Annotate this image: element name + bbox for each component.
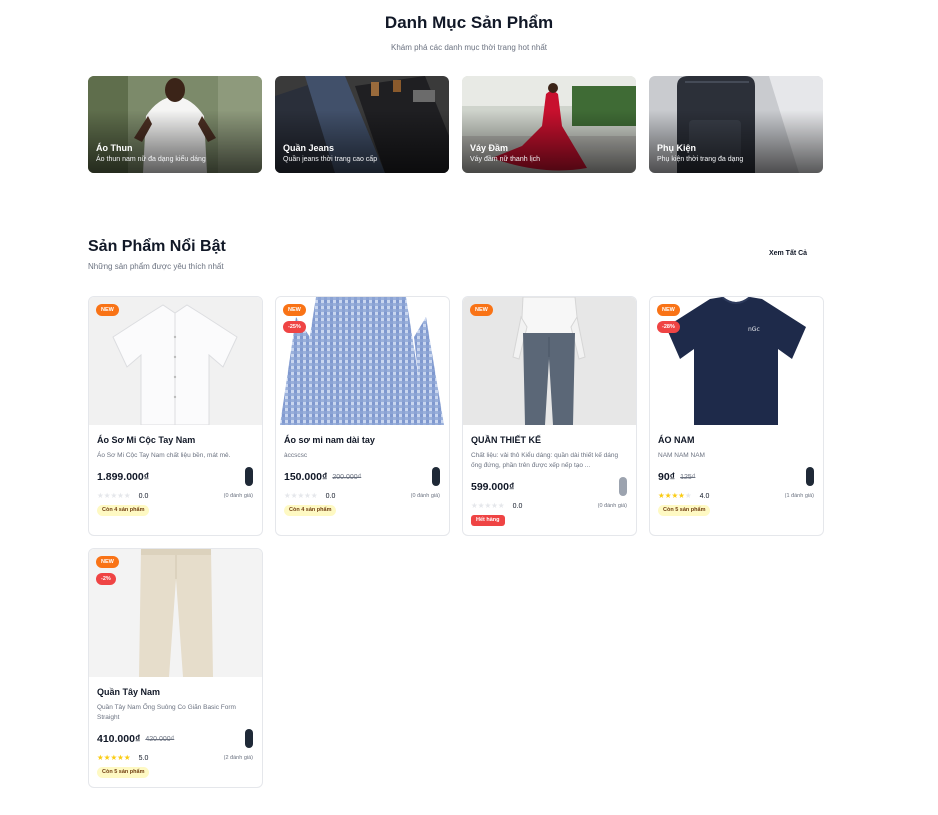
category-grid: Áo Thun Áo thun nam nữ đa dạng kiểu dáng… bbox=[88, 76, 824, 173]
star-rating: ★★★★★ bbox=[658, 491, 692, 501]
price-row: 90₫ 125₫ bbox=[658, 470, 695, 484]
stock-badge: Còn 5 sản phẩm bbox=[97, 767, 150, 778]
star-icon: ★★★★★ bbox=[471, 501, 505, 510]
review-count: (0 đánh giá) bbox=[410, 493, 440, 499]
new-badge: NEW bbox=[470, 304, 493, 316]
featured-subtitle: Những sản phẩm được yêu thích nhất bbox=[88, 262, 224, 271]
product-name[interactable]: Quần Tây Nam bbox=[97, 686, 160, 698]
add-to-cart-button[interactable] bbox=[245, 467, 253, 486]
product-name[interactable]: Áo sơ mi nam dài tay bbox=[284, 434, 375, 446]
product-card[interactable]: NEW -2% Quần Tây Nam Quần Tây Nam Ống Su… bbox=[88, 548, 263, 788]
star-rating: ★★★★★ bbox=[284, 491, 318, 501]
product-description: Chất liệu: vải thô Kiểu dáng: quần dài t… bbox=[471, 452, 619, 469]
new-badge: NEW bbox=[96, 556, 119, 568]
product-price: 410.000₫ bbox=[97, 733, 141, 745]
add-to-cart-button[interactable] bbox=[806, 467, 814, 486]
category-description: Phụ kiện thời trang đa dạng bbox=[657, 156, 744, 163]
star-rating: ★★★★★ bbox=[97, 753, 131, 763]
product-image bbox=[89, 549, 262, 677]
original-price: 125₫ bbox=[680, 473, 696, 481]
price-row: 410.000₫ 420.000₫ bbox=[97, 732, 174, 746]
review-count: (2 đánh giá) bbox=[223, 755, 253, 761]
view-all-link[interactable]: Xem Tất Cả bbox=[760, 249, 816, 259]
categories-title: Danh Mục Sản Phẩm bbox=[384, 13, 554, 32]
category-card-quan-jeans[interactable]: Quần Jeans Quần jeans thời trang cao cấp bbox=[275, 76, 449, 173]
product-name[interactable]: Áo Sơ Mi Cộc Tay Nam bbox=[97, 434, 195, 446]
categories-header: Danh Mục Sản Phẩm Khám phá các danh mục … bbox=[0, 12, 938, 53]
category-description: Áo thun nam nữ đa dạng kiểu dáng bbox=[96, 156, 206, 163]
product-description: Áo Sơ Mi Cộc Tay Nam chất liệu bền, mát … bbox=[97, 452, 231, 459]
product-name[interactable]: QUẦN THIẾT KẾ bbox=[471, 434, 541, 446]
svg-text:nǤc: nǤc bbox=[748, 326, 760, 333]
category-card-ao-thun[interactable]: Áo Thun Áo thun nam nữ đa dạng kiểu dáng bbox=[88, 76, 262, 173]
rating: ★★★★★ 5.0 bbox=[97, 753, 148, 763]
star-icon: ★★★★★ bbox=[97, 753, 131, 762]
category-card-phu-kien[interactable]: Phụ Kiện Phụ kiện thời trang đa dạng bbox=[649, 76, 823, 173]
categories-subtitle: Khám phá các danh mục thời trang hot nhấ… bbox=[390, 43, 547, 52]
product-image: nǤc bbox=[650, 297, 823, 425]
product-price: 90₫ bbox=[658, 471, 676, 483]
rating-value: 5.0 bbox=[138, 754, 149, 762]
price-row: 1.899.000₫ bbox=[97, 470, 149, 484]
rating-value: 0.0 bbox=[138, 492, 149, 500]
price-row: 599.000₫ bbox=[471, 480, 514, 494]
star-rating: ★★★★★ bbox=[97, 491, 131, 501]
category-description: Quần jeans thời trang cao cấp bbox=[283, 156, 378, 163]
product-card[interactable]: NEW -25% Áo sơ mi nam dài tay àccscsc 15… bbox=[275, 296, 450, 536]
original-price: 200.000₫ bbox=[332, 473, 362, 481]
stock-badge: Còn 4 sản phẩm bbox=[97, 505, 150, 516]
new-badge: NEW bbox=[283, 304, 306, 316]
original-price: 420.000₫ bbox=[145, 735, 175, 743]
review-count: (1 đánh giá) bbox=[784, 493, 814, 499]
product-price: 150.000₫ bbox=[284, 471, 328, 483]
category-name: Áo Thun bbox=[96, 143, 133, 153]
rating: ★★★★★ 0.0 bbox=[97, 491, 148, 501]
star-rating: ★★★★★ bbox=[471, 501, 505, 511]
discount-badge: -25% bbox=[283, 321, 306, 333]
new-badge: NEW bbox=[96, 304, 119, 316]
category-name: Quần Jeans bbox=[283, 143, 335, 153]
rating: ★★★★★ 0.0 bbox=[471, 501, 522, 511]
product-name[interactable]: ÁO NAM bbox=[658, 434, 695, 446]
discount-badge: -28% bbox=[657, 321, 680, 333]
rating-value: 0.0 bbox=[512, 502, 523, 510]
product-image bbox=[89, 297, 262, 425]
rating-value: 4.0 bbox=[699, 492, 710, 500]
featured-title: Sản Phẩm Nổi Bật bbox=[88, 238, 226, 255]
add-to-cart-button[interactable] bbox=[245, 729, 253, 748]
star-icon: ★★★★★ bbox=[284, 491, 318, 500]
category-description: Váy đầm nữ thanh lịch bbox=[470, 156, 541, 163]
star-icon: ★★★★★ bbox=[97, 491, 131, 500]
rating-value: 0.0 bbox=[325, 492, 336, 500]
product-price: 1.899.000₫ bbox=[97, 471, 150, 483]
product-price: 599.000₫ bbox=[471, 481, 515, 493]
product-card[interactable]: NEW QUẦN THIẾT KẾ Chất liệu: vải thô Kiể… bbox=[462, 296, 637, 536]
category-name: Phụ Kiện bbox=[657, 143, 697, 153]
out-of-stock-badge: Hết hàng bbox=[471, 515, 505, 526]
category-card-vay-dam[interactable]: Váy Đầm Váy đầm nữ thanh lịch bbox=[462, 76, 636, 173]
product-description: àccscsc bbox=[284, 452, 308, 459]
stock-badge: Còn 5 sản phẩm bbox=[658, 505, 711, 516]
new-badge: NEW bbox=[657, 304, 680, 316]
discount-badge: -2% bbox=[96, 573, 116, 585]
product-description: Quần Tây Nam Ống Suông Co Giãn Basic For… bbox=[97, 704, 236, 721]
add-to-cart-button[interactable] bbox=[432, 467, 440, 486]
review-count: (0 đánh giá) bbox=[223, 493, 253, 499]
product-card[interactable]: nǤc NEW -28% ÁO NAM NAM NAM NAM 90₫ 125₫… bbox=[649, 296, 824, 536]
product-card[interactable]: NEW Áo Sơ Mi Cộc Tay Nam Áo Sơ Mi Cộc Ta… bbox=[88, 296, 263, 536]
category-name: Váy Đầm bbox=[470, 143, 509, 153]
product-description: NAM NAM NAM bbox=[658, 452, 705, 459]
add-to-cart-button-disabled[interactable] bbox=[619, 477, 627, 496]
star-icon: ★ bbox=[684, 491, 692, 500]
price-row: 150.000₫ 200.000₫ bbox=[284, 470, 361, 484]
star-icon: ★★★★ bbox=[658, 491, 685, 500]
review-count: (0 đánh giá) bbox=[597, 503, 627, 509]
stock-badge: Còn 4 sản phẩm bbox=[284, 505, 337, 516]
rating: ★★★★★ 4.0 bbox=[658, 491, 709, 501]
product-image bbox=[276, 297, 449, 425]
product-image bbox=[463, 297, 636, 425]
rating: ★★★★★ 0.0 bbox=[284, 491, 335, 501]
